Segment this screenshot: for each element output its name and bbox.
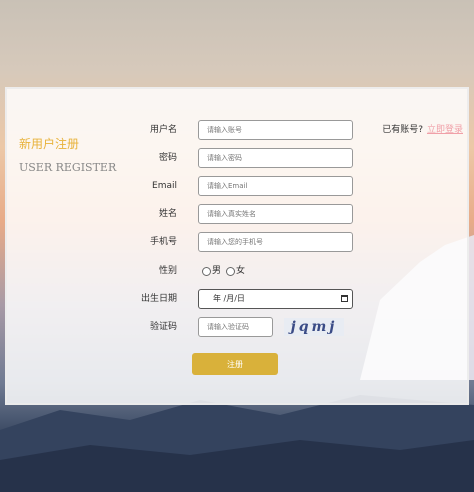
gender-option-male[interactable]: 男 xyxy=(202,261,221,281)
calendar-icon[interactable] xyxy=(341,295,348,302)
register-button[interactable]: 注册 xyxy=(192,353,278,375)
female-radio[interactable] xyxy=(226,266,236,276)
female-label: 女 xyxy=(236,266,246,276)
realname-label: 姓名 xyxy=(158,209,177,219)
captcha-label: 验证码 xyxy=(149,322,177,332)
gender-radio-group: 男 女 xyxy=(202,261,250,281)
birthdate-label: 出生日期 xyxy=(140,294,177,304)
field-captcha: 验证码 jqmj xyxy=(7,317,471,337)
password-input[interactable] xyxy=(198,148,353,168)
field-username: 用户名 xyxy=(7,120,471,140)
field-email: Email xyxy=(7,176,471,196)
password-label: 密码 xyxy=(158,153,177,163)
gender-label: 性别 xyxy=(158,266,177,276)
captcha-image[interactable]: jqmj xyxy=(284,318,344,336)
birthdate-input[interactable]: 年 /月/日 xyxy=(198,289,353,309)
register-panel: 新用户注册 USER REGISTER 已有账号?立即登录 用户名 密码 Ema… xyxy=(5,87,469,405)
realname-input[interactable] xyxy=(198,204,353,224)
field-phone: 手机号 xyxy=(7,232,471,252)
field-password: 密码 xyxy=(7,148,471,168)
phone-label: 手机号 xyxy=(149,237,177,247)
gender-option-female[interactable]: 女 xyxy=(226,261,245,281)
username-input[interactable] xyxy=(198,120,353,140)
email-input[interactable] xyxy=(198,176,353,196)
field-gender: 性别 男 女 xyxy=(7,261,471,281)
email-label: Email xyxy=(152,181,177,191)
captcha-input[interactable] xyxy=(198,317,273,337)
username-label: 用户名 xyxy=(149,125,177,135)
field-realname: 姓名 xyxy=(7,204,471,224)
birthdate-value: 年 /月/日 xyxy=(213,294,245,303)
male-label: 男 xyxy=(212,266,222,276)
male-radio[interactable] xyxy=(202,266,211,276)
field-birthdate: 出生日期 年 /月/日 xyxy=(7,289,471,309)
phone-input[interactable] xyxy=(198,232,353,252)
